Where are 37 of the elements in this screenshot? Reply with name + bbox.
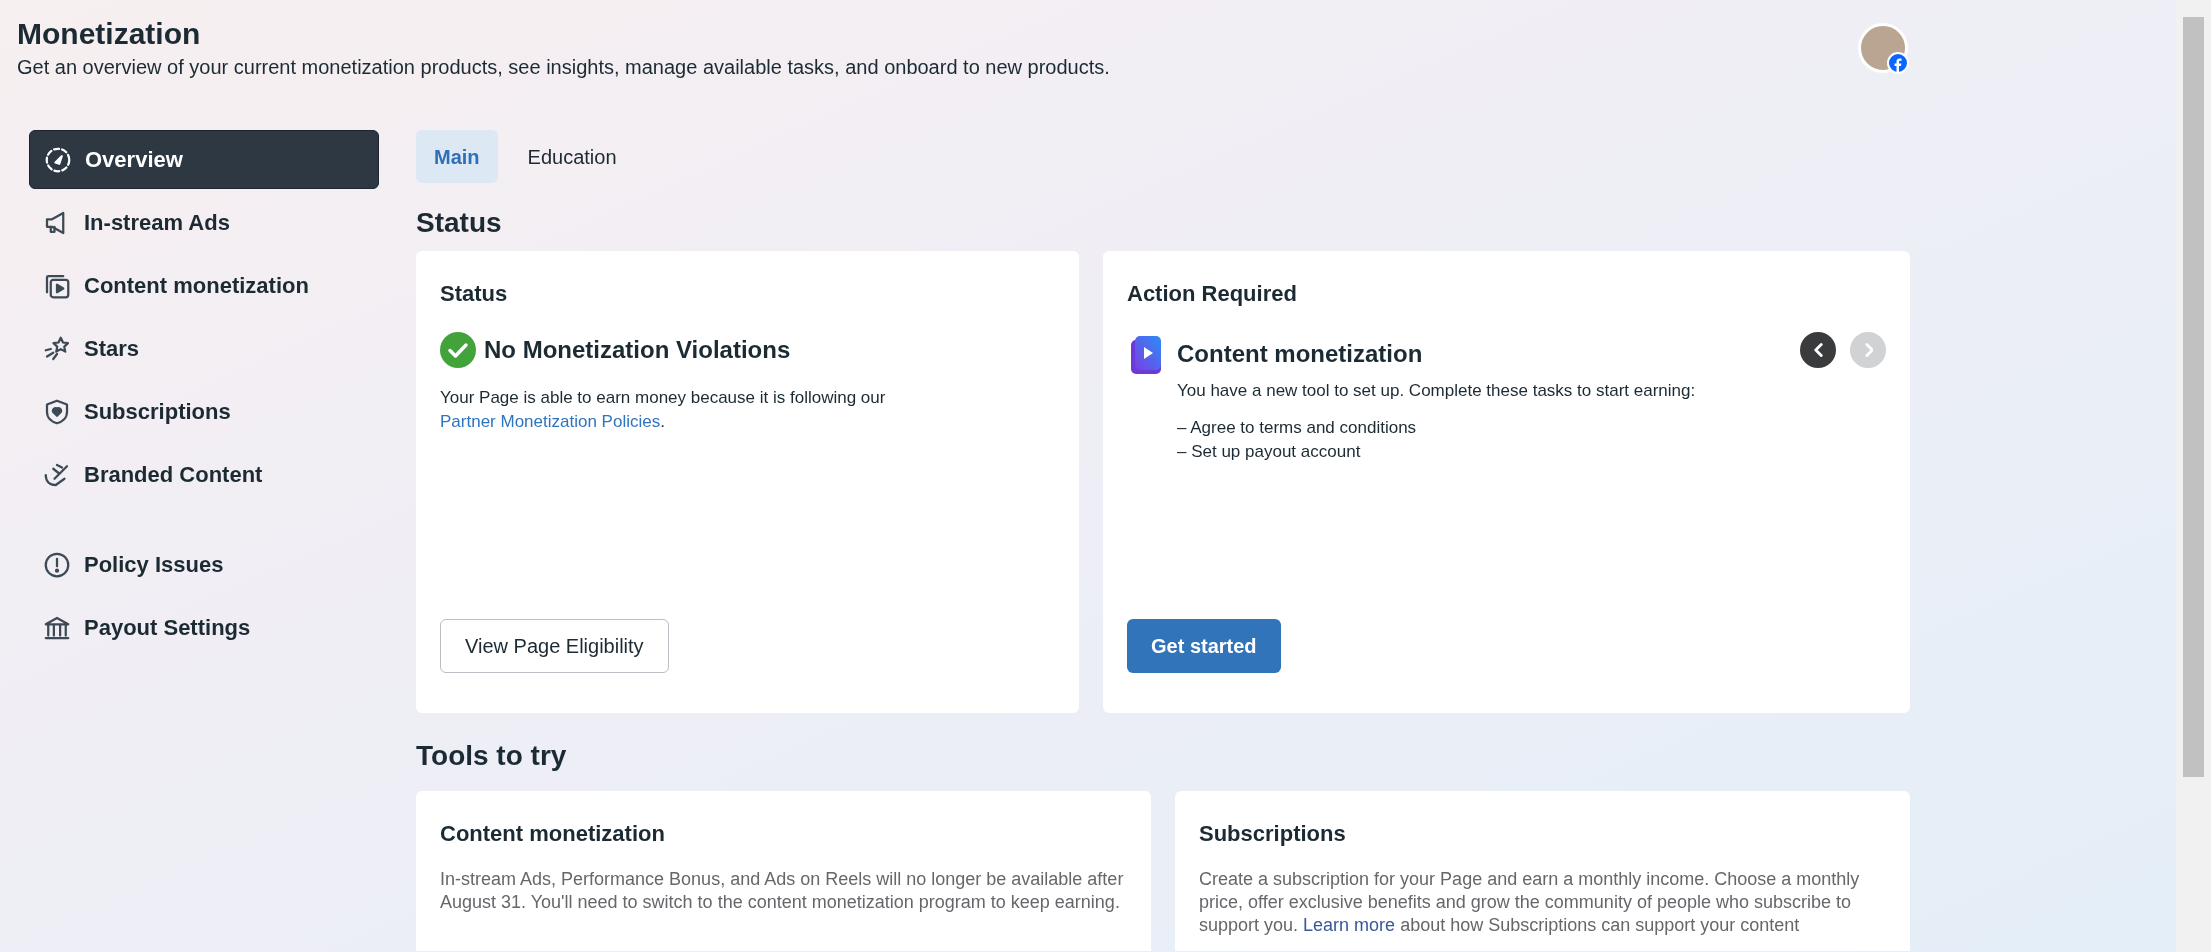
link[interactable]: Learn more — [1303, 915, 1396, 935]
sidebar-item[interactable]: Stars — [29, 319, 379, 378]
page-title: Monetization — [17, 16, 202, 52]
link[interactable]: Partner Monetization Policies — [440, 412, 661, 431]
card-title: Content monetization — [440, 820, 666, 848]
page-subtitle: Get an overview of your current monetization products, see insights, manage available tasks, and onboard to new products. — [17, 55, 1110, 80]
sidebar-item[interactable]: Policy Issues — [29, 535, 379, 594]
tab[interactable]: Main — [416, 130, 498, 183]
avatar[interactable] — [1858, 23, 1908, 73]
sidebar-item[interactable]: In-stream Ads — [29, 193, 379, 252]
sidebar-item[interactable]: Content monetization — [29, 256, 379, 315]
body-text: In-stream Ads, Performance Bonus, and Ads on Reels will no longer be available after August 31. You'll need to switch to the content monetization program to keep earning. — [440, 868, 1125, 914]
section-heading: Tools to try — [416, 739, 568, 773]
card-title: Subscriptions — [1199, 820, 1347, 848]
body-text: Create a subscription for your Page and earn a monthly income. Choose a monthly price, offer exclusive benefits and grow the community of people who subscribe to support you. Learn more about how Subscriptions can support your content — [1199, 868, 1861, 937]
tab[interactable]: Education — [509, 130, 635, 183]
task-item: – Agree to terms and conditions — [1177, 416, 1418, 439]
facebook-badge-icon — [1887, 52, 1909, 74]
chevron-left-icon — [1813, 343, 1823, 357]
task-item: – Set up payout account — [1177, 440, 1362, 463]
sidebar-item[interactable]: Payout Settings — [29, 598, 379, 657]
status-headline: No Monetization Violations — [484, 335, 791, 365]
sidebar-item[interactable]: Overview — [29, 130, 379, 189]
view-eligibility-button[interactable]: View Page Eligibility — [440, 619, 669, 673]
card-title: Action Required — [1127, 280, 1298, 308]
card-title: Status — [440, 280, 509, 308]
sidebar-item[interactable]: Subscriptions — [29, 382, 379, 441]
previous-button[interactable] — [1800, 332, 1836, 368]
body-text: You have a new tool to set up. Complete these tasks to start earning: — [1177, 380, 1697, 402]
sidebar-item[interactable]: Branded Content — [29, 445, 379, 504]
scrollbar[interactable] — [2176, 0, 2211, 952]
check-circle-icon — [440, 332, 476, 368]
chevron-right-icon — [1863, 343, 1873, 357]
get-started-button[interactable]: Get started — [1127, 619, 1281, 673]
item-title: Content monetization — [1177, 339, 1423, 369]
section-heading: Status — [416, 206, 503, 240]
body-text: Your Page is able to earn money because it is following our Partner Monetization Policies. — [440, 387, 887, 433]
